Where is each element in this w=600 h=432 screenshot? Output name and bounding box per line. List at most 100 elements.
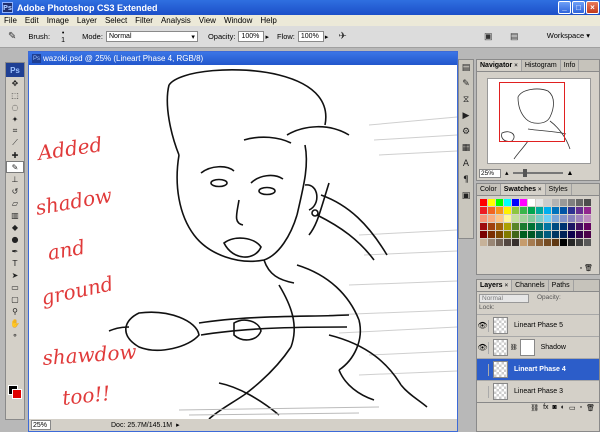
color-swatch[interactable] bbox=[560, 231, 567, 238]
minimize-button[interactable]: _ bbox=[558, 1, 571, 14]
dock-character-icon[interactable]: A bbox=[459, 156, 473, 172]
canvas[interactable]: Added shadow and ground shawdow too!! bbox=[29, 65, 457, 419]
shape-icon[interactable]: ▭ bbox=[6, 281, 24, 293]
navigator-zoom[interactable]: 25% bbox=[479, 168, 501, 178]
menu-help[interactable]: Help bbox=[256, 16, 280, 25]
color-swatch[interactable] bbox=[496, 223, 503, 230]
zoom-in-icon[interactable]: ▲ bbox=[567, 170, 574, 177]
color-swatch[interactable] bbox=[488, 239, 495, 246]
blur-icon[interactable]: ◆ bbox=[6, 221, 24, 233]
menu-window[interactable]: Window bbox=[220, 16, 256, 25]
color-swatch[interactable] bbox=[584, 231, 591, 238]
color-swatch[interactable] bbox=[520, 223, 527, 230]
workspace-menu[interactable]: Workspace ▾ bbox=[547, 31, 590, 40]
menu-select[interactable]: Select bbox=[101, 16, 131, 25]
dock-paragraph-icon[interactable]: ¶ bbox=[459, 172, 473, 188]
blend-mode-select[interactable]: Normal bbox=[479, 294, 529, 303]
color-swatch[interactable] bbox=[568, 239, 575, 246]
tab-navigator[interactable]: Navigator × bbox=[477, 60, 522, 71]
flow-arrow-icon[interactable]: ▸ bbox=[325, 33, 329, 41]
marquee-icon[interactable]: ⬚ bbox=[6, 89, 24, 101]
tab-styles[interactable]: Styles bbox=[546, 184, 572, 195]
color-swatch[interactable] bbox=[520, 215, 527, 222]
color-swatch[interactable] bbox=[568, 207, 575, 214]
palette-well-icon[interactable]: ▣ bbox=[484, 31, 493, 42]
doc-info[interactable]: Doc: 25.7M/145.1M bbox=[111, 422, 172, 429]
color-swatch[interactable] bbox=[480, 231, 487, 238]
zoom-out-icon[interactable]: ▴ bbox=[505, 169, 509, 177]
menu-analysis[interactable]: Analysis bbox=[157, 16, 195, 25]
color-swatch[interactable] bbox=[576, 199, 583, 206]
stamp-icon[interactable]: ⊥ bbox=[6, 173, 24, 185]
color-swatch[interactable] bbox=[504, 223, 511, 230]
color-swatch[interactable] bbox=[520, 239, 527, 246]
zoom-icon[interactable]: ⚬ bbox=[6, 329, 24, 341]
slice-icon[interactable]: ⟋ bbox=[6, 137, 24, 149]
color-swatch[interactable] bbox=[496, 215, 503, 222]
color-swatch[interactable] bbox=[576, 231, 583, 238]
dock-clone-source-icon[interactable]: ⚙ bbox=[459, 124, 473, 140]
tab-swatches[interactable]: Swatches × bbox=[500, 184, 546, 195]
color-swatch[interactable] bbox=[552, 223, 559, 230]
color-swatch[interactable] bbox=[576, 223, 583, 230]
mask-icon[interactable]: ◙ bbox=[553, 404, 557, 411]
layer-row-lineart-phase-5[interactable]: 👁 Lineart Phase 5 bbox=[477, 314, 599, 336]
color-swatch[interactable] bbox=[576, 207, 583, 214]
dock-history-icon[interactable]: ⧖ bbox=[459, 92, 473, 108]
adjustment-icon[interactable]: ◐ bbox=[561, 404, 565, 411]
history-brush-icon[interactable]: ↺ bbox=[6, 185, 24, 197]
color-swatch[interactable] bbox=[512, 223, 519, 230]
color-swatch[interactable] bbox=[536, 215, 543, 222]
lasso-icon[interactable]: ◌ bbox=[6, 101, 24, 113]
bridge-icon[interactable]: ▤ bbox=[510, 31, 519, 42]
color-swatch[interactable] bbox=[544, 207, 551, 214]
new-swatch-icon[interactable]: ▫ bbox=[580, 265, 582, 272]
color-swatch[interactable] bbox=[544, 215, 551, 222]
eye-hidden-icon[interactable] bbox=[477, 385, 489, 398]
layer-row-lineart-phase-4[interactable]: Lineart Phase 4 bbox=[477, 358, 599, 380]
menu-view[interactable]: View bbox=[195, 16, 220, 25]
color-swatch[interactable] bbox=[584, 199, 591, 206]
color-swatch[interactable] bbox=[544, 223, 551, 230]
color-swatch[interactable] bbox=[560, 223, 567, 230]
chain-link-icon[interactable]: ⛓ bbox=[510, 344, 518, 351]
notes-icon[interactable]: ▢ bbox=[6, 293, 24, 305]
color-swatch[interactable] bbox=[488, 199, 495, 206]
tab-paths[interactable]: Paths bbox=[549, 280, 574, 291]
opacity-field[interactable]: 100% bbox=[238, 31, 265, 42]
folder-icon[interactable]: ▭ bbox=[569, 404, 576, 412]
color-swatch[interactable] bbox=[480, 239, 487, 246]
color-swatch[interactable] bbox=[512, 239, 519, 246]
color-swatch[interactable] bbox=[496, 231, 503, 238]
menu-image[interactable]: Image bbox=[43, 16, 73, 25]
zoom-slider[interactable] bbox=[512, 169, 563, 177]
color-swatch[interactable] bbox=[504, 215, 511, 222]
color-swatch[interactable] bbox=[488, 207, 495, 214]
magic-wand-icon[interactable]: ✦ bbox=[6, 113, 24, 125]
color-swatch[interactable] bbox=[528, 215, 535, 222]
color-swatch[interactable] bbox=[568, 231, 575, 238]
color-swatch[interactable] bbox=[552, 239, 559, 246]
color-swatch[interactable] bbox=[536, 239, 543, 246]
color-swatch[interactable] bbox=[536, 207, 543, 214]
mode-select[interactable]: Normal ▾ bbox=[105, 31, 198, 42]
airbrush-icon[interactable]: ✈ bbox=[338, 31, 346, 42]
pen-icon[interactable]: ✒ bbox=[6, 245, 24, 257]
color-swatch[interactable] bbox=[552, 207, 559, 214]
color-swatch[interactable] bbox=[528, 199, 535, 206]
tab-layers[interactable]: Layers × bbox=[477, 280, 513, 291]
color-swatch[interactable] bbox=[568, 223, 575, 230]
menu-edit[interactable]: Edit bbox=[21, 16, 43, 25]
zoom-level[interactable]: 25% bbox=[31, 420, 51, 430]
menu-file[interactable]: File bbox=[0, 16, 21, 25]
color-swatch[interactable] bbox=[480, 223, 487, 230]
color-swatch[interactable] bbox=[520, 199, 527, 206]
color-swatch[interactable] bbox=[496, 199, 503, 206]
color-swatch[interactable] bbox=[544, 231, 551, 238]
tab-histogram[interactable]: Histogram bbox=[522, 60, 561, 71]
dock-notes-icon[interactable]: ▣ bbox=[459, 188, 473, 204]
tab-info[interactable]: Info bbox=[561, 60, 580, 71]
trash-icon[interactable]: 🗑 bbox=[584, 265, 593, 272]
color-swatch[interactable] bbox=[536, 199, 543, 206]
color-swatch[interactable] bbox=[528, 239, 535, 246]
